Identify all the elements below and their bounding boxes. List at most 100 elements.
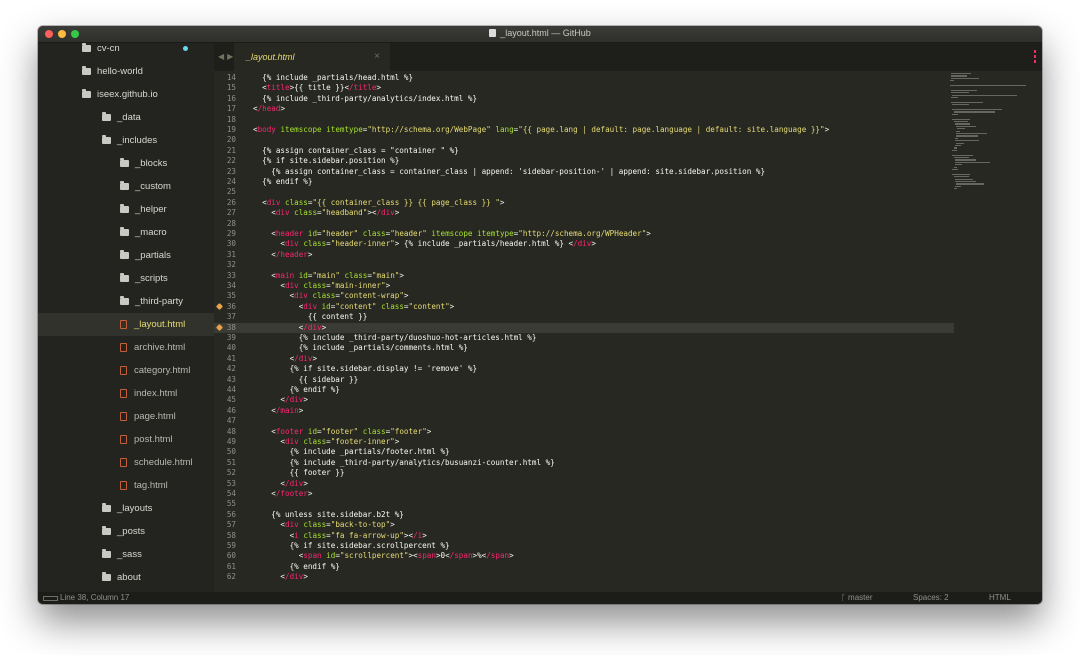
minimap[interactable] [950,73,1030,233]
code-line[interactable]: 26 <div class="{{ container_class }} {{ … [214,198,954,208]
line-number: 19 [226,125,236,134]
sidebar-item[interactable]: tag.html [38,474,214,497]
sidebar-item[interactable]: _includes [38,129,214,152]
code-line[interactable]: 18 [214,115,954,125]
code-line[interactable]: 53 </div> [214,479,954,489]
code-text: </footer> [253,489,313,498]
code-line[interactable]: 56 {% unless site.sidebar.b2t %} [214,510,954,520]
more-options-icon[interactable] [1034,50,1036,63]
code-text: </div> [253,572,308,582]
code-line[interactable]: 21 {% assign container_class = "containe… [214,146,954,156]
minimap-line [952,113,958,116]
sidebar-item[interactable]: _third-party [38,290,214,313]
sidebar-item[interactable]: _posts [38,520,214,543]
code-line[interactable]: 25 [214,187,954,197]
folder-icon [82,89,91,98]
sidebar-item[interactable]: _partials [38,244,214,267]
file-icon [120,389,127,398]
code-line[interactable]: 42 {% if site.sidebar.display != 'remove… [214,364,954,374]
code-line[interactable]: 46 </main> [214,406,954,416]
code-line[interactable]: 62 </div> [214,572,954,582]
sidebar-item[interactable]: _custom [38,175,214,198]
git-branch[interactable]: ᚴ master [841,592,872,604]
sidebar-item-label: _scripts [135,273,168,284]
sidebar-item[interactable]: iseex.github.io [38,83,214,106]
sidebar-item[interactable]: index.html [38,382,214,405]
code-line[interactable]: 55 [214,499,954,509]
code-line[interactable]: 47 [214,416,954,426]
code-line[interactable]: 54 </footer> [214,489,954,499]
code-line[interactable]: 35 <div class="content-wrap"> [214,291,954,301]
sidebar-item[interactable]: about [38,566,214,589]
back-arrow-icon[interactable]: ◀ [218,52,227,61]
sidebar-item[interactable]: archive.html [38,336,214,359]
code-line[interactable]: 50 {% include _partials/footer.html %} [214,447,954,457]
code-line[interactable]: 30 <div class="header-inner"> {% include… [214,239,954,249]
code-line[interactable]: 34 <div class="main-inner"> [214,281,954,291]
sidebar-item[interactable]: page.html [38,405,214,428]
minimap-line [956,130,960,132]
code-line[interactable]: 45 </div> [214,395,954,405]
code-line[interactable]: 16 {% include _third-party/analytics/ind… [214,94,954,104]
code-text: <div class="headband"></div> [253,208,400,218]
code-line[interactable]: 38 </div> [214,322,954,333]
sidebar-item[interactable]: schedule.html [38,451,214,474]
code-line[interactable]: 20 [214,135,954,145]
code-line[interactable]: 29 <header id="header" class="header" it… [214,229,954,239]
code-text: </div> [253,478,308,488]
code-line[interactable]: 15 <title>{{ title }}</title> [214,83,954,93]
code-line[interactable]: 52 {{ footer }} [214,468,954,478]
tab-layout-html[interactable]: _layout.html × [234,43,390,71]
sidebar-item[interactable]: post.html [38,428,214,451]
sidebar-item[interactable]: cv-cn [38,43,214,60]
code-area[interactable]: 14 {% include _partials/head.html %} 15 <… [214,73,1042,592]
sidebar-item[interactable]: hello-world [38,60,214,83]
sidebar-item[interactable]: _layouts [38,497,214,520]
indentation-setting[interactable]: Spaces: 2 [913,592,949,604]
code-line[interactable]: 51 {% include _third-party/analytics/bus… [214,458,954,468]
code-line[interactable]: 57 <div class="back-to-top"> [214,520,954,530]
sidebar-item[interactable]: category.html [38,359,214,382]
code-line[interactable]: 14 {% include _partials/head.html %} [214,73,954,83]
code-line[interactable]: 23 {% assign container_class = container… [214,167,954,177]
line-number: 56 [226,509,236,519]
minimap-line [956,183,985,185]
code-line[interactable]: 36 <div id="content" class="content"> [214,302,954,312]
sidebar-item[interactable]: _data [38,106,214,129]
code-line[interactable]: 22 {% if site.sidebar.position %} [214,156,954,166]
line-number: 25 [226,187,236,197]
code-line[interactable]: 39 {% include _third-party/duoshuo-hot-a… [214,333,954,343]
line-number: 20 [226,135,236,145]
sidebar-item[interactable]: _macro [38,221,214,244]
code-line[interactable]: 32 [214,260,954,270]
sidebar-item[interactable]: _scripts [38,267,214,290]
code-line[interactable]: 37 {{ content }} [214,312,954,322]
panel-toggle-icon[interactable] [43,596,58,601]
code-line[interactable]: 19 <body itemscope itemtype="http://schem… [214,125,954,135]
code-line[interactable]: 44 {% endif %} [214,385,954,395]
sidebar-item[interactable]: _blocks [38,152,214,175]
sidebar-item[interactable]: _sass [38,543,214,566]
sidebar-item[interactable]: _layout.html [38,313,214,336]
code-line[interactable]: 43 {{ sidebar }} [214,375,954,385]
code-line[interactable]: 58 <i class="fa fa-arrow-up"></i> [214,531,954,541]
code-line[interactable]: 31 </header> [214,250,954,260]
code-line[interactable]: 40 {% include _partials/comments.html %} [214,343,954,353]
close-icon[interactable]: × [374,51,380,62]
code-line[interactable]: 48 <footer id="footer" class="footer"> [214,427,954,437]
code-line[interactable]: 60 <span id="scrollpercent"><span>0</spa… [214,551,954,561]
code-line[interactable]: 49 <div class="footer-inner"> [214,437,954,447]
code-line[interactable]: 17 </head> [214,104,954,114]
sidebar-item[interactable]: _helper [38,198,214,221]
code-line[interactable]: 27 <div class="headband"></div> [214,208,954,218]
code-line[interactable]: 28 [214,219,954,229]
minimap-line [952,169,958,171]
code-line[interactable]: 41 </div> [214,354,954,364]
syntax-selector[interactable]: HTML [989,592,1011,604]
code-line[interactable]: 61 {% endif %} [214,562,954,572]
line-number: 42 [226,364,236,374]
sidebar-item-label: _helper [135,204,167,215]
code-line[interactable]: 24 {% endif %} [214,177,954,187]
code-line[interactable]: 33 <main id="main" class="main"> [214,271,954,281]
code-line[interactable]: 59 {% if site.sidebar.scrollpercent %} [214,541,954,551]
